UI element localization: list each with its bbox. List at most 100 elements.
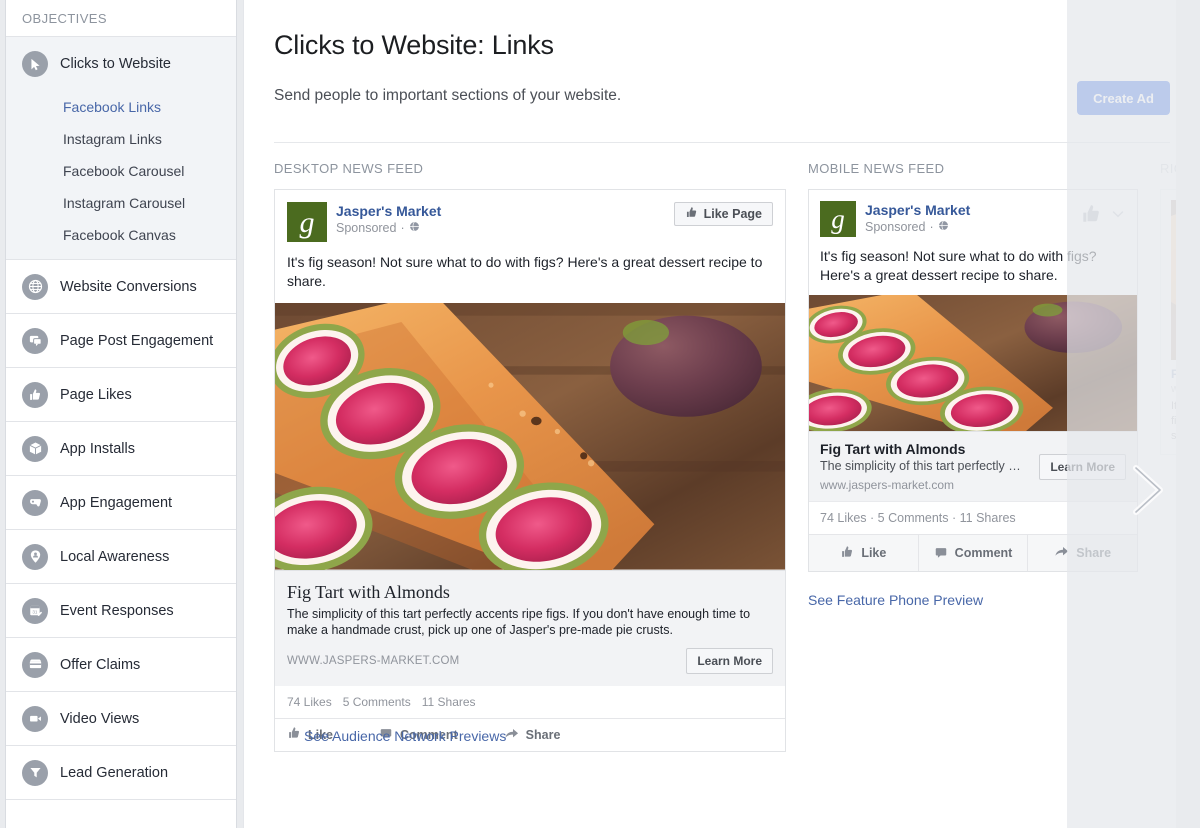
like-action-label: Like: [861, 546, 887, 560]
sidebar-item-page-post-engagement[interactable]: Page Post Engagement: [6, 314, 236, 368]
sponsored-label: Sponsored: [336, 221, 397, 235]
sidebar-item-label: Clicks to Website: [60, 56, 171, 72]
sidebar-item-lead-generation[interactable]: Lead Generation: [6, 746, 236, 800]
sidebar-item-label: Page Post Engagement: [60, 332, 214, 349]
globe-icon: [22, 273, 48, 300]
page-name[interactable]: Jasper's Market: [865, 201, 1080, 219]
video-camera-icon: [22, 705, 48, 732]
sidebar-subitem-facebook-carousel[interactable]: Facebook Carousel: [6, 155, 236, 187]
share-action[interactable]: Share: [504, 726, 607, 744]
ticket-icon: [22, 651, 48, 678]
sponsored-label-row: Sponsored ·: [865, 219, 1080, 236]
thumbs-up-icon: [287, 726, 301, 743]
mobile-ad-card: g Jasper's Market Sponsored · It's fig s…: [808, 189, 1138, 572]
funnel-icon: [22, 759, 48, 786]
cursor-icon: [22, 51, 48, 77]
sidebar-item-label: Video Views: [60, 710, 140, 727]
like-page-label: Like Page: [703, 207, 762, 221]
link-title: Fig Tart with Almonds: [287, 581, 450, 602]
right-column-preview: RIGHT COLUMN Fig Tart with Almonds: [1160, 161, 1200, 752]
comment-action[interactable]: Comment: [917, 535, 1028, 571]
page-title: Clicks to Website: Links: [274, 30, 554, 60]
svg-text:g: g: [831, 204, 845, 234]
thumbs-up-icon: [685, 206, 698, 222]
share-action[interactable]: Share: [1027, 535, 1137, 571]
link-description: The simplicity of this tart perfectly ac…: [287, 606, 751, 637]
desktop-ad-card: g Jasper's Market Sponsored · Like Page …: [274, 189, 786, 752]
page-avatar: g: [820, 201, 856, 237]
sidebar-item-video-views[interactable]: Video Views: [6, 692, 236, 746]
desktop-news-feed-preview: DESKTOP NEWS FEED g Jasper's Market Spon…: [274, 161, 786, 752]
sidebar-item-label: Offer Claims: [60, 656, 141, 673]
mobile-link-block: Fig Tart with Almonds The simplicity of …: [809, 431, 1137, 501]
page-avatar: g: [287, 202, 327, 242]
likes-count: 74 Likes: [287, 694, 332, 709]
sidebar-item-label: Website Conversions: [60, 278, 197, 295]
sidebar-item-event-responses[interactable]: 31 Event Responses: [6, 584, 236, 638]
sidebar-subitem-instagram-carousel[interactable]: Instagram Carousel: [6, 187, 236, 219]
next-preview-arrow-icon[interactable]: [1126, 462, 1170, 518]
link-title[interactable]: Fig Tart with Almonds: [1171, 367, 1200, 381]
link-url: www.jaspers-market.com: [820, 478, 955, 492]
svg-text:g: g: [300, 206, 315, 239]
link-title: Fig Tart with Almonds: [820, 441, 966, 457]
see-audience-network-previews-link[interactable]: See Audience Network Previews: [304, 728, 506, 744]
comments-count: 5 Comments: [342, 694, 411, 709]
calendar-check-icon: 31: [22, 597, 48, 624]
shares-count: 11 Shares: [421, 694, 476, 709]
comment-action-label: Comment: [954, 546, 1013, 560]
share-action-label: Share: [1076, 546, 1112, 560]
sidebar-subitem-instagram-links[interactable]: Instagram Links: [6, 123, 236, 155]
objective-sub-list: Facebook Links Instagram Links Facebook …: [6, 91, 236, 259]
link-url: WWW.JASPERS-MARKET.COM: [287, 654, 460, 667]
like-action[interactable]: Like: [809, 535, 918, 571]
sidebar-item-clicks-to-website[interactable]: Clicks to Website: [6, 37, 236, 91]
objective-group-clicks-to-website: Clicks to Website Facebook Links Instagr…: [6, 37, 236, 260]
learn-more-button[interactable]: Learn More: [1039, 454, 1126, 480]
globe-icon: [409, 220, 420, 237]
link-url: www.jaspers-market.com: [1171, 383, 1200, 395]
separator-dot: ·: [400, 221, 405, 235]
thumbs-up-icon[interactable]: [1080, 203, 1102, 230]
sidebar-header: OBJECTIVES: [6, 0, 236, 37]
page-name[interactable]: Jasper's Market: [336, 202, 674, 220]
chat-bubbles-icon: [22, 327, 48, 354]
see-feature-phone-preview-link[interactable]: See Feature Phone Preview: [808, 592, 983, 608]
sidebar-item-label: Lead Generation: [60, 764, 169, 781]
gamepad-icon: [22, 489, 48, 516]
sidebar-item-local-awareness[interactable]: Local Awareness: [6, 530, 236, 584]
sidebar-item-label: App Installs: [60, 440, 135, 457]
share-arrow-icon: [1054, 544, 1069, 562]
link-description: The simplicity of this tart perfectly …: [820, 459, 1021, 473]
map-pin-person-icon: [22, 543, 48, 570]
share-action-label: Share: [525, 727, 561, 742]
ad-hero-image: [275, 303, 785, 570]
chevron-down-icon[interactable]: [1110, 206, 1126, 227]
sidebar-subitem-facebook-links[interactable]: Facebook Links: [6, 91, 236, 123]
sidebar-item-page-likes[interactable]: Page Likes: [6, 368, 236, 422]
create-ad-button[interactable]: Create Ad: [1077, 81, 1170, 115]
desktop-link-block: Fig Tart with Almonds The simplicity of …: [275, 569, 785, 686]
right-column-heading: RIGHT COLUMN: [1160, 161, 1200, 176]
sidebar-item-label: Page Likes: [60, 386, 132, 403]
ad-previews: DESKTOP NEWS FEED g Jasper's Market Spon…: [244, 143, 1200, 752]
separator-dot: ·: [929, 220, 934, 234]
like-page-button[interactable]: Like Page: [673, 202, 773, 226]
sidebar-item-label: App Engagement: [60, 494, 173, 511]
mobile-preview-heading: MOBILE NEWS FEED: [808, 161, 945, 176]
sidebar-item-app-engagement[interactable]: App Engagement: [6, 476, 236, 530]
ad-hero-image: [809, 295, 1137, 431]
mobile-post-actions: Like Comment Share: [809, 534, 1137, 571]
desktop-preview-heading: DESKTOP NEWS FEED: [274, 161, 424, 176]
sidebar-item-website-conversions[interactable]: Website Conversions: [6, 260, 236, 314]
mobile-news-feed-preview: MOBILE NEWS FEED g Jasper's Market Spons…: [808, 161, 1138, 752]
desktop-engagement-stats: 74 Likes 5 Comments 11 Shares: [275, 686, 785, 718]
sidebar-item-offer-claims[interactable]: Offer Claims: [6, 638, 236, 692]
sidebar-subitem-facebook-canvas[interactable]: Facebook Canvas: [6, 219, 236, 251]
learn-more-button[interactable]: Learn More: [686, 647, 773, 674]
ad-body-text: It's fig season! Not sure what to do wit…: [287, 254, 763, 289]
sidebar-item-app-installs[interactable]: App Installs: [6, 422, 236, 476]
globe-icon: [938, 219, 949, 236]
sidebar-item-label: Event Responses: [60, 602, 174, 619]
page-subtitle: Send people to important sections of you…: [274, 87, 622, 104]
